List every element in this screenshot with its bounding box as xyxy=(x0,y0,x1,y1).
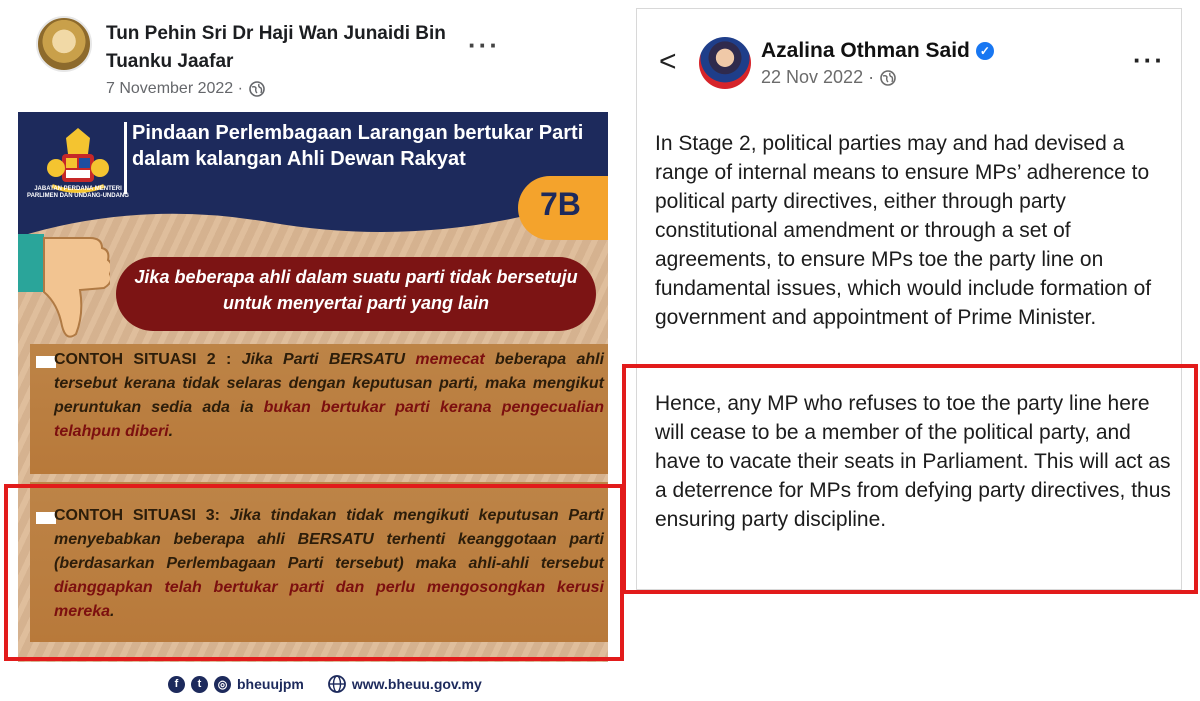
facebook-icon: f xyxy=(168,675,185,693)
globe-icon xyxy=(880,69,896,86)
card-marker xyxy=(36,356,56,368)
author-name[interactable]: Azalina Othman Said xyxy=(761,39,970,63)
text-run: Jika Parti BERSATU xyxy=(231,351,416,368)
verified-icon: ✓ xyxy=(975,42,994,60)
author-name[interactable]: Tun Pehin Sri Dr Haji Wan Junaidi Bin Tu… xyxy=(106,20,466,76)
highlight-frame-right xyxy=(622,364,1198,594)
post-date[interactable]: 22 Nov 2022 · xyxy=(761,67,874,88)
instagram-icon: ◎ xyxy=(214,675,231,693)
web-icon xyxy=(327,675,346,693)
question-banner-text: Jika beberapa ahli dalam suatu parti tid… xyxy=(134,267,578,313)
infographic-footer: f t ◎ bheuujpm www.bheuu.gov.my xyxy=(168,675,482,693)
situation-2-label: CONTOH SITUASI 2 : xyxy=(54,351,232,368)
situation-2-card: CONTOH SITUASI 2 : Jika Parti BERSATU me… xyxy=(30,344,608,474)
situation-2-text: CONTOH SITUASI 2 : Jika Parti BERSATU me… xyxy=(54,348,604,444)
highlight-text: memecat xyxy=(415,351,485,368)
infographic-title: Pindaan Perlembagaan Larangan bertukar P… xyxy=(132,122,584,170)
post-meta: 22 Nov 2022 · xyxy=(761,67,896,88)
post-paragraph-1: In Stage 2, political parties may and ha… xyxy=(655,132,1152,329)
highlight-frame-left xyxy=(4,484,624,661)
text-run: . xyxy=(168,423,174,440)
more-icon[interactable]: ··· xyxy=(1133,45,1165,76)
footer-website: www.bheuu.gov.my xyxy=(351,676,482,692)
globe-icon xyxy=(249,81,265,97)
twitter-icon: t xyxy=(191,675,208,693)
crest-caption: JABATAN PERDANA MENTERI PARLIMEN DAN UND… xyxy=(27,186,129,199)
post-date[interactable]: 7 November 2022 · xyxy=(106,80,243,98)
header-divider xyxy=(124,122,127,194)
post-meta: 7 November 2022 · xyxy=(106,80,265,98)
avatar[interactable] xyxy=(36,16,92,72)
author-header: Azalina Othman Said ✓ xyxy=(761,39,994,63)
more-icon[interactable]: ··· xyxy=(468,30,500,61)
footer-handle: bheuujpm xyxy=(237,676,304,692)
badge-label: 7B xyxy=(540,186,581,222)
avatar[interactable] xyxy=(699,37,751,89)
thumbs-down-icon xyxy=(18,234,110,338)
back-arrow-icon[interactable]: < xyxy=(659,45,677,79)
